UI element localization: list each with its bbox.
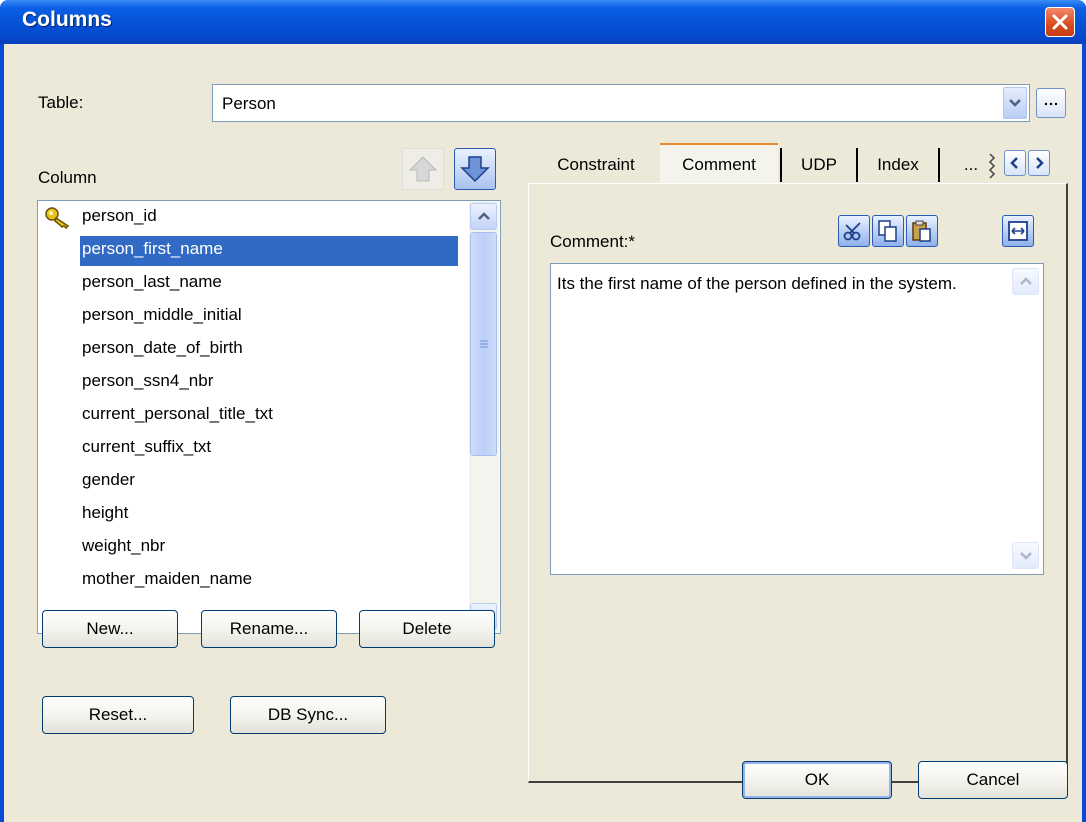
tab-index-label: Index	[877, 155, 919, 174]
chevron-left-icon	[1010, 157, 1018, 169]
table-label: Table:	[38, 93, 83, 113]
maximize-editor-button[interactable]	[1002, 215, 1034, 247]
db-sync-button-label: DB Sync...	[267, 705, 349, 724]
ok-button[interactable]: OK	[742, 761, 892, 799]
close-icon	[1052, 14, 1068, 30]
expand-icon	[1008, 221, 1028, 241]
copy-button[interactable]	[872, 215, 904, 247]
column-list-scrollbar[interactable]	[469, 201, 499, 633]
paste-icon	[912, 220, 931, 242]
reset-button[interactable]: Reset...	[42, 696, 194, 734]
window-title: Columns	[22, 8, 112, 31]
arrow-up-icon	[408, 156, 438, 182]
list-item[interactable]: person_last_name	[82, 269, 225, 299]
table-dropdown-button[interactable]	[1003, 87, 1027, 119]
comment-textarea[interactable]: Its the first name of the person defined…	[550, 263, 1044, 575]
grip-icon	[479, 340, 488, 348]
tab-scroll-right-button[interactable]	[1028, 150, 1050, 176]
copy-icon	[878, 220, 897, 242]
chevron-up-icon	[477, 212, 490, 220]
arrow-down-icon	[460, 156, 490, 183]
comment-label-text: Comment:*	[550, 232, 636, 251]
chevron-down-icon	[1019, 552, 1032, 560]
list-item[interactable]: gender	[82, 467, 138, 497]
tab-separator	[938, 148, 940, 182]
list-item[interactable]: person_date_of_birth	[82, 335, 246, 365]
column-list[interactable]: person_id person_first_name person_last_…	[37, 200, 501, 634]
table-browse-button[interactable]	[1036, 88, 1066, 118]
ellipsis-icon	[1044, 102, 1058, 106]
cancel-button-label: Cancel	[966, 770, 1020, 789]
chevron-right-icon	[1036, 157, 1044, 169]
list-item[interactable]: person_middle_initial	[82, 302, 245, 332]
list-item[interactable]: current_suffix_txt	[82, 434, 214, 464]
chevron-down-icon	[1009, 99, 1021, 107]
list-item[interactable]: height	[82, 500, 131, 530]
table-label-text: Table:	[38, 93, 84, 112]
ok-button-label: OK	[804, 770, 830, 789]
columns-dialog: Columns Table: Person Column person_id p…	[0, 0, 1086, 822]
table-select-value: Person	[222, 94, 276, 113]
scissors-icon	[843, 222, 861, 241]
dialog-client-area: Table: Person Column person_id person_fi…	[4, 44, 1082, 822]
rename-column-button[interactable]: Rename...	[201, 610, 337, 648]
close-button[interactable]	[1045, 7, 1075, 37]
tab-separator	[856, 148, 858, 182]
table-select[interactable]: Person	[212, 84, 1030, 122]
tab-udp-label: UDP	[801, 155, 837, 174]
list-item[interactable]: mother_maiden_name	[82, 566, 255, 596]
list-item[interactable]: current_personal_title_txt	[82, 401, 276, 431]
list-item[interactable]: person_id	[82, 203, 160, 233]
column-label-text: Column	[38, 168, 97, 187]
move-down-button[interactable]	[454, 148, 496, 190]
comment-text: Its the first name of the person defined…	[557, 274, 957, 293]
tab-overflow-icon	[988, 153, 996, 179]
column-label: Column	[38, 168, 97, 188]
rename-button-label: Rename...	[229, 619, 309, 638]
tab-index[interactable]: Index	[860, 145, 936, 185]
scroll-up-button[interactable]	[470, 203, 497, 230]
delete-column-button[interactable]: Delete	[359, 610, 495, 648]
tab-constraint-label: Constraint	[557, 155, 635, 174]
new-column-button[interactable]: New...	[42, 610, 178, 648]
primary-key-icon	[45, 207, 70, 229]
reset-button-label: Reset...	[88, 705, 148, 724]
tab-constraint[interactable]: Constraint	[537, 145, 655, 185]
cancel-button[interactable]: Cancel	[918, 761, 1068, 799]
list-item-selected[interactable]: person_first_name	[80, 236, 458, 266]
chevron-up-icon	[1019, 277, 1032, 285]
delete-button-label: Delete	[402, 619, 452, 638]
tab-more-label: ...	[963, 155, 979, 174]
tab-more[interactable]: ...	[952, 145, 990, 185]
tab-comment[interactable]: Comment	[660, 143, 778, 185]
list-item[interactable]: person_ssn4_nbr	[82, 368, 216, 398]
cut-button[interactable]	[838, 215, 870, 247]
comment-label: Comment:*	[550, 232, 635, 252]
title-bar[interactable]: Columns	[0, 0, 1086, 44]
tab-udp[interactable]: UDP	[784, 145, 854, 185]
list-item[interactable]: weight_nbr	[82, 533, 168, 563]
comment-scroll-down-button[interactable]	[1012, 542, 1039, 569]
tab-comment-label: Comment	[682, 155, 756, 174]
scroll-thumb[interactable]	[470, 232, 497, 456]
db-sync-button[interactable]: DB Sync...	[230, 696, 386, 734]
comment-scrollbar[interactable]	[1011, 264, 1041, 574]
move-up-button[interactable]	[402, 148, 444, 190]
comment-scroll-up-button[interactable]	[1012, 268, 1039, 295]
paste-button[interactable]	[906, 215, 938, 247]
new-button-label: New...	[86, 619, 134, 638]
tab-separator	[780, 148, 782, 182]
tab-scroll-left-button[interactable]	[1004, 150, 1026, 176]
